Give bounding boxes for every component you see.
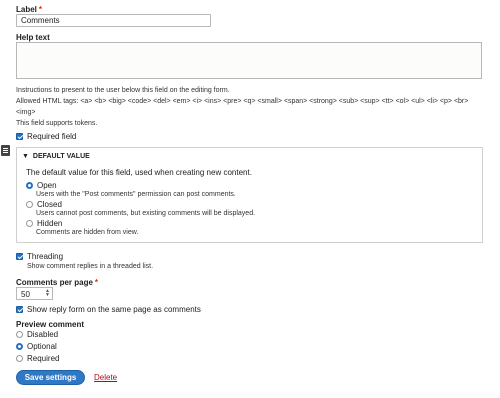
option-closed-description: Users cannot post comments, but existing… [36,210,256,217]
option-open-row[interactable]: Open [26,181,57,190]
tokens-note: This field supports tokens. [16,120,98,127]
comments-per-page-label: Comments per page * [16,278,99,287]
option-open-label: Open [37,181,57,190]
preview-optional-label: Optional [27,342,57,351]
default-value-intro: The default value for this field, used w… [26,168,252,177]
preview-required-row[interactable]: Required [16,354,59,363]
radio-required[interactable] [16,355,23,362]
option-closed-label: Closed [37,200,62,209]
preview-disabled-label: Disabled [27,330,59,339]
list-icon[interactable] [1,145,10,156]
label-field-label: Label * [16,5,43,14]
required-field-checkbox-row[interactable]: Required field [16,132,76,141]
save-settings-button[interactable]: Save settings [16,370,85,385]
radio-disabled[interactable] [16,331,23,338]
option-hidden-label: Hidden [37,219,63,228]
preview-optional-row[interactable]: Optional [16,342,57,351]
label-input[interactable] [16,14,211,27]
reply-form-label: Show reply form on the same page as comm… [27,305,201,314]
required-marker: * [38,5,43,14]
default-value-title: DEFAULT VALUE [32,153,90,160]
threading-label: Threading [27,252,64,261]
spinner-arrows-icon[interactable]: ▲ ▼ [45,289,50,298]
collapse-toggle-icon: ▼ [22,153,29,160]
threading-description: Show comment replies in a threaded list. [27,263,154,270]
threading-checkbox[interactable] [16,253,23,260]
radio-closed[interactable] [26,201,33,208]
help-text-description: Instructions to present to the user belo… [16,87,230,94]
preview-disabled-row[interactable]: Disabled [16,330,58,339]
preview-required-label: Required [27,354,60,363]
radio-optional[interactable] [16,343,23,350]
delete-link[interactable]: Delete [94,373,117,382]
default-value-summary[interactable]: ▼ DEFAULT VALUE [22,153,90,160]
allowed-tags-text: Allowed HTML tags: <a> <b> <big> <code> … [16,98,469,105]
option-closed-row[interactable]: Closed [26,200,62,209]
reply-form-checkbox[interactable] [16,306,23,313]
option-hidden-description: Comments are hidden from view. [36,229,139,236]
option-hidden-row[interactable]: Hidden [26,219,62,228]
comments-per-page-value: 50 [21,290,30,299]
allowed-tags-text-cont: <img> [16,109,36,116]
preview-comment-label: Preview comment [16,320,85,329]
help-text-textarea[interactable] [16,42,482,79]
radio-open[interactable] [26,182,33,189]
required-marker: * [94,278,99,287]
reply-form-checkbox-row[interactable]: Show reply form on the same page as comm… [16,305,201,314]
required-field-label: Required field [27,132,77,141]
help-text-label: Help text [16,33,50,42]
required-field-checkbox[interactable] [16,133,23,140]
default-value-fieldset: ▼ DEFAULT VALUE The default value for th… [16,147,483,243]
comments-per-page-input[interactable]: 50 ▲ ▼ [16,287,53,300]
radio-hidden[interactable] [26,220,33,227]
threading-checkbox-row[interactable]: Threading [16,252,63,261]
option-open-description: Users with the "Post comments" permissio… [36,191,236,198]
